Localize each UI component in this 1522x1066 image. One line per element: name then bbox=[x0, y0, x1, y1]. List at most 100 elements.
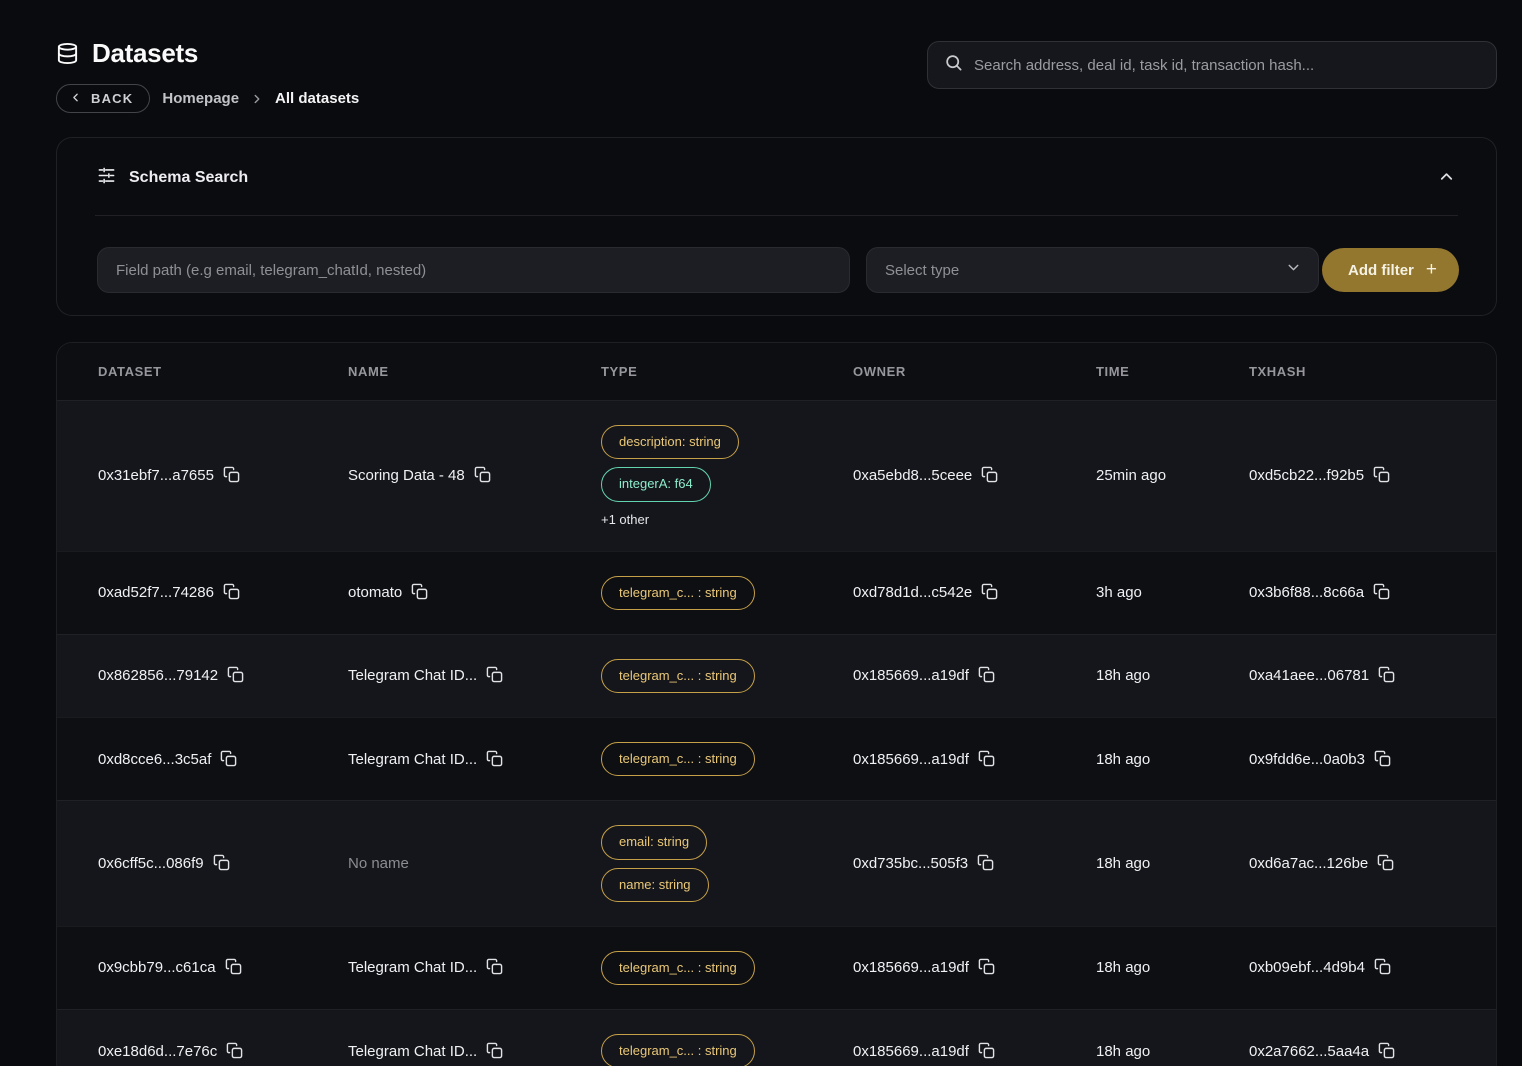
more-types-label: +1 other bbox=[601, 512, 649, 527]
name-cell: Telegram Chat ID... bbox=[348, 751, 601, 768]
txhash-cell: 0xd5cb22...f92b5 bbox=[1249, 467, 1496, 484]
chevron-up-icon bbox=[1437, 167, 1456, 189]
table-row[interactable]: 0x31ebf7...a7655 Scoring Data - 48 descr… bbox=[57, 400, 1496, 551]
add-filter-button[interactable]: Add filter + bbox=[1322, 248, 1459, 292]
type-select[interactable]: Select type bbox=[866, 247, 1319, 293]
name-cell: Telegram Chat ID... bbox=[348, 667, 601, 684]
owner-copy-icon[interactable] bbox=[978, 958, 995, 975]
time-ago: 18h ago bbox=[1096, 667, 1249, 684]
txhash-copy-icon[interactable] bbox=[1378, 1042, 1395, 1059]
back-button[interactable]: BACK bbox=[56, 84, 150, 113]
type-cell: description: stringintegerA: f64+1 other bbox=[601, 425, 853, 527]
table-row[interactable]: 0xe18d6d...7e76c Telegram Chat ID... tel… bbox=[57, 1009, 1496, 1066]
column-header-time: TIME bbox=[1096, 364, 1249, 379]
dataset-name: Telegram Chat ID... bbox=[348, 959, 477, 976]
table-row[interactable]: 0x862856...79142 Telegram Chat ID... tel… bbox=[57, 634, 1496, 717]
dataset-cell: 0x862856...79142 bbox=[98, 667, 348, 684]
dataset-id: 0x6cff5c...086f9 bbox=[98, 855, 204, 872]
page-title: Datasets bbox=[92, 38, 198, 69]
table-row[interactable]: 0xad52f7...74286 otomato telegram_c... :… bbox=[57, 551, 1496, 634]
owner-cell: 0xd735bc...505f3 bbox=[853, 855, 1096, 872]
dataset-name: No name bbox=[348, 855, 409, 872]
time-ago: 18h ago bbox=[1096, 855, 1249, 872]
copy-icon[interactable] bbox=[225, 958, 242, 975]
txhash-cell: 0x2a7662...5aa4a bbox=[1249, 1043, 1496, 1060]
name-cell: No name bbox=[348, 855, 601, 872]
owner-copy-icon[interactable] bbox=[978, 750, 995, 767]
dataset-name: Scoring Data - 48 bbox=[348, 467, 465, 484]
schema-search-controls: Select type Add filter + bbox=[57, 216, 1496, 315]
table-row[interactable]: 0x9cbb79...c61ca Telegram Chat ID... tel… bbox=[57, 926, 1496, 1009]
dataset-name: otomato bbox=[348, 584, 402, 601]
txhash-copy-icon[interactable] bbox=[1374, 958, 1391, 975]
txhash-copy-icon[interactable] bbox=[1373, 583, 1390, 600]
name-cell: Telegram Chat ID... bbox=[348, 1043, 601, 1060]
txhash-copy-icon[interactable] bbox=[1373, 466, 1390, 483]
txhash-copy-icon[interactable] bbox=[1378, 666, 1395, 683]
copy-icon[interactable] bbox=[226, 1042, 243, 1059]
owner-copy-icon[interactable] bbox=[978, 666, 995, 683]
copy-icon[interactable] bbox=[223, 466, 240, 483]
copy-icon[interactable] bbox=[227, 666, 244, 683]
txhash-cell: 0xd6a7ac...126be bbox=[1249, 855, 1496, 872]
name-copy-icon[interactable] bbox=[474, 466, 491, 483]
txhash: 0xb09ebf...4d9b4 bbox=[1249, 959, 1365, 976]
type-select-value: Select type bbox=[885, 262, 959, 279]
plus-icon: + bbox=[1426, 260, 1437, 279]
owner-address: 0x185669...a19df bbox=[853, 959, 969, 976]
global-search[interactable] bbox=[927, 41, 1497, 89]
owner-copy-icon[interactable] bbox=[977, 854, 994, 871]
name-copy-icon[interactable] bbox=[486, 1042, 503, 1059]
chevron-down-icon bbox=[1285, 259, 1302, 281]
schema-search-title: Schema Search bbox=[129, 169, 1420, 187]
back-button-label: BACK bbox=[91, 91, 133, 106]
collapse-panel-button[interactable] bbox=[1433, 163, 1460, 193]
time-ago: 18h ago bbox=[1096, 751, 1249, 768]
copy-icon[interactable] bbox=[220, 750, 237, 767]
dataset-cell: 0xd8cce6...3c5af bbox=[98, 751, 348, 768]
type-cell: telegram_c... : string bbox=[601, 1034, 853, 1066]
type-badge: telegram_c... : string bbox=[601, 576, 755, 610]
time-ago: 18h ago bbox=[1096, 959, 1249, 976]
copy-icon[interactable] bbox=[213, 854, 230, 871]
type-cell: telegram_c... : string bbox=[601, 951, 853, 985]
txhash-cell: 0xa41aee...06781 bbox=[1249, 667, 1496, 684]
name-cell: otomato bbox=[348, 584, 601, 601]
type-cell: telegram_c... : string bbox=[601, 576, 853, 610]
dataset-id: 0x9cbb79...c61ca bbox=[98, 959, 216, 976]
owner-copy-icon[interactable] bbox=[978, 1042, 995, 1059]
column-header-dataset: DATASET bbox=[98, 364, 348, 379]
name-copy-icon[interactable] bbox=[486, 666, 503, 683]
txhash-cell: 0xb09ebf...4d9b4 bbox=[1249, 959, 1496, 976]
name-copy-icon[interactable] bbox=[486, 958, 503, 975]
copy-icon[interactable] bbox=[223, 583, 240, 600]
table-row[interactable]: 0x6cff5c...086f9 No name email: stringna… bbox=[57, 800, 1496, 926]
time-ago: 18h ago bbox=[1096, 1043, 1249, 1060]
txhash: 0x2a7662...5aa4a bbox=[1249, 1043, 1369, 1060]
dataset-cell: 0xad52f7...74286 bbox=[98, 584, 348, 601]
type-cell: telegram_c... : string bbox=[601, 742, 853, 776]
owner-address: 0xd78d1d...c542e bbox=[853, 584, 972, 601]
dataset-cell: 0x6cff5c...086f9 bbox=[98, 855, 348, 872]
owner-cell: 0x185669...a19df bbox=[853, 1043, 1096, 1060]
owner-cell: 0x185669...a19df bbox=[853, 667, 1096, 684]
breadcrumb-homepage[interactable]: Homepage bbox=[162, 90, 239, 107]
txhash-cell: 0x9fdd6e...0a0b3 bbox=[1249, 751, 1496, 768]
owner-address: 0xa5ebd8...5ceee bbox=[853, 467, 972, 484]
owner-copy-icon[interactable] bbox=[981, 466, 998, 483]
type-badge: email: string bbox=[601, 825, 707, 859]
txhash: 0xa41aee...06781 bbox=[1249, 667, 1369, 684]
txhash-copy-icon[interactable] bbox=[1377, 854, 1394, 871]
dataset-cell: 0x9cbb79...c61ca bbox=[98, 959, 348, 976]
name-copy-icon[interactable] bbox=[486, 750, 503, 767]
table-body: 0x31ebf7...a7655 Scoring Data - 48 descr… bbox=[57, 400, 1496, 1066]
field-path-input[interactable] bbox=[97, 247, 850, 293]
search-input[interactable] bbox=[974, 57, 1480, 74]
search-icon bbox=[944, 53, 963, 77]
owner-copy-icon[interactable] bbox=[981, 583, 998, 600]
chevron-left-icon bbox=[69, 91, 82, 107]
owner-cell: 0xa5ebd8...5ceee bbox=[853, 467, 1096, 484]
name-copy-icon[interactable] bbox=[411, 583, 428, 600]
table-row[interactable]: 0xd8cce6...3c5af Telegram Chat ID... tel… bbox=[57, 717, 1496, 800]
txhash-copy-icon[interactable] bbox=[1374, 750, 1391, 767]
